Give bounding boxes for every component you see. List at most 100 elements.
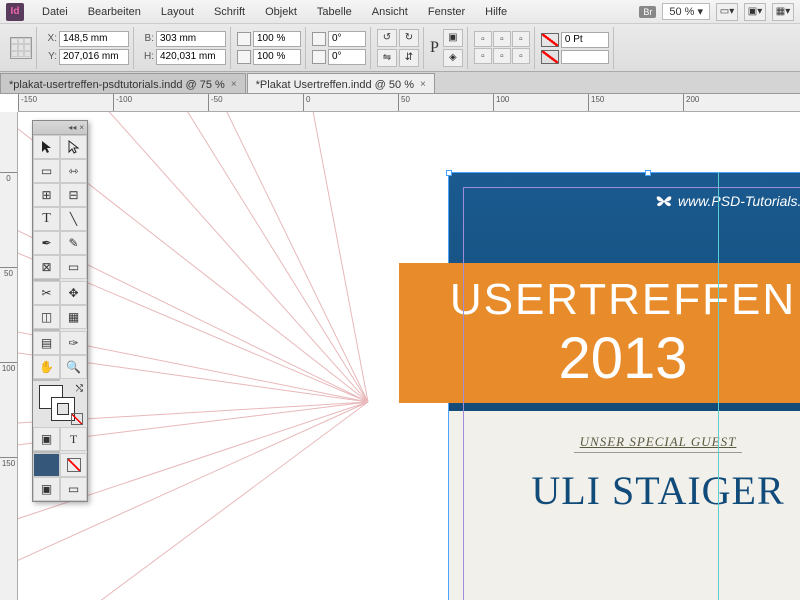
tab-1-label: *plakat-usertreffen-psdtutorials.indd @ … — [9, 79, 225, 91]
formatting-container-button[interactable]: ▣ — [33, 427, 60, 451]
fill-stroke-swatch[interactable]: ⤭ — [33, 381, 87, 427]
normal-view-button[interactable]: ▣ — [33, 477, 60, 501]
direct-selection-tool[interactable] — [60, 135, 87, 159]
stroke-style-dropdown[interactable] — [561, 50, 609, 64]
scale-y-input[interactable] — [253, 49, 301, 65]
scale-x-icon — [237, 32, 251, 46]
poster-sub-band: UNSER SPECIAL GUEST ULI STAIGER — [489, 433, 800, 514]
ruler-h-tick: -50 — [208, 94, 223, 111]
content-placer-tool[interactable]: ⊟ — [60, 183, 87, 207]
apply-none-button[interactable] — [60, 453, 87, 477]
content-collector-tool[interactable]: ⊞ — [33, 183, 60, 207]
width-input[interactable] — [156, 31, 226, 47]
menu-bar: Id Datei Bearbeiten Layout Schrift Objek… — [0, 0, 800, 24]
w-label: B: — [140, 33, 154, 44]
rotate-input[interactable] — [328, 31, 366, 47]
shear-input[interactable] — [328, 49, 366, 65]
fit-btn-2[interactable]: ▫ — [493, 31, 511, 47]
menu-view[interactable]: Ansicht — [362, 6, 418, 18]
eyedropper-tool[interactable]: ✑ — [60, 331, 87, 355]
hand-tool[interactable]: ✋ — [33, 355, 60, 379]
butterfly-icon — [656, 194, 672, 208]
menu-window[interactable]: Fenster — [418, 6, 475, 18]
fit-btn-4[interactable]: ▫ — [474, 48, 492, 64]
stroke-weight-input[interactable] — [561, 32, 609, 48]
page-tool[interactable]: ▭ — [33, 159, 60, 183]
ruler-h-tick: 100 — [493, 94, 509, 111]
fit-btn-6[interactable]: ▫ — [512, 48, 530, 64]
zoom-value: 50 % — [669, 6, 694, 18]
vertical-ruler[interactable]: 0 50 100 150 — [0, 112, 18, 600]
menu-layout[interactable]: Layout — [151, 6, 204, 18]
poster-frame[interactable]: www.PSD-Tutorials.de USERTREFFEN 2013 UN… — [448, 172, 800, 600]
gradient-feather-tool[interactable]: ▦ — [60, 305, 87, 329]
reference-point-icon[interactable] — [10, 37, 32, 59]
canvas[interactable]: www.PSD-Tutorials.de USERTREFFEN 2013 UN… — [18, 112, 800, 600]
default-fill-stroke-icon[interactable] — [71, 413, 83, 425]
ruler-h-tick: 200 — [683, 94, 699, 111]
note-tool[interactable]: ▤ — [33, 331, 60, 355]
selection-handle[interactable] — [446, 170, 452, 176]
ruler-v-tick: 150 — [0, 457, 17, 468]
close-panel-icon[interactable]: × — [79, 123, 84, 132]
menu-type[interactable]: Schrift — [204, 6, 255, 18]
rotate-ccw-button[interactable]: ↺ — [377, 29, 397, 47]
collapse-icon[interactable]: ◂◂ — [68, 123, 76, 132]
flip-h-button[interactable]: ⇋ — [377, 49, 397, 67]
scissors-tool[interactable]: ✂ — [33, 281, 60, 305]
fit-btn-1[interactable]: ▫ — [474, 31, 492, 47]
rotate-cw-button[interactable]: ↻ — [399, 29, 419, 47]
formatting-text-button[interactable]: T — [60, 427, 87, 451]
y-input[interactable] — [59, 49, 129, 65]
type-tool[interactable]: T — [33, 207, 60, 231]
arrange-docs-icon[interactable]: ▦▾ — [772, 3, 794, 21]
view-options-icon[interactable]: ▭▾ — [716, 3, 738, 21]
line-tool[interactable]: ╲ — [60, 207, 87, 231]
selection-tool[interactable] — [33, 135, 60, 159]
preview-view-button[interactable]: ▭ — [60, 477, 87, 501]
ruler-v-tick: 100 — [0, 362, 17, 373]
ruler-v-tick: 50 — [0, 267, 17, 278]
fit-btn-5[interactable]: ▫ — [493, 48, 511, 64]
menu-object[interactable]: Objekt — [255, 6, 307, 18]
zoom-level-dropdown[interactable]: 50 % ▾ — [662, 3, 710, 20]
menu-help[interactable]: Hilfe — [475, 6, 517, 18]
document-tab-1[interactable]: *plakat-usertreffen-psdtutorials.indd @ … — [0, 73, 246, 93]
vertical-guide[interactable] — [718, 172, 719, 600]
poster-url-row: www.PSD-Tutorials.de — [656, 193, 800, 209]
zoom-tool[interactable]: 🔍 — [60, 355, 87, 379]
pencil-tool[interactable]: ✎ — [60, 231, 87, 255]
screen-mode-icon[interactable]: ▣▾ — [744, 3, 766, 21]
scale-x-input[interactable] — [253, 31, 301, 47]
horizontal-ruler[interactable]: -150 -100 -50 0 50 100 150 200 — [18, 94, 800, 112]
ruler-h-tick: 0 — [303, 94, 310, 111]
x-input[interactable] — [59, 31, 129, 47]
panel-header[interactable]: ◂◂× — [33, 121, 87, 135]
ruler-v-tick: 0 — [0, 172, 17, 183]
tools-panel[interactable]: ◂◂× ▭ ⇿ ⊞ ⊟ T ╲ ✒ ✎ ⊠ ▭ ✂ ✥ ◫ ▦ ▤ ✑ ✋ 🔍 … — [32, 120, 88, 502]
rectangle-frame-tool[interactable]: ⊠ — [33, 255, 60, 279]
fit-btn-3[interactable]: ▫ — [512, 31, 530, 47]
menu-file[interactable]: Datei — [32, 6, 78, 18]
free-transform-tool[interactable]: ✥ — [60, 281, 87, 305]
select-container-button[interactable]: ▣ — [443, 29, 463, 47]
flip-v-button[interactable]: ⇵ — [399, 49, 419, 67]
bridge-badge-icon[interactable]: Br — [639, 6, 656, 18]
rectangle-tool[interactable]: ▭ — [60, 255, 87, 279]
gap-tool[interactable]: ⇿ — [60, 159, 87, 183]
height-input[interactable] — [156, 49, 226, 65]
menu-edit[interactable]: Bearbeiten — [78, 6, 151, 18]
fill-none-icon[interactable] — [541, 33, 559, 47]
document-tab-2[interactable]: *Plakat Usertreffen.indd @ 50 % × — [247, 73, 435, 93]
swap-fill-stroke-icon[interactable]: ⤭ — [76, 383, 83, 394]
tab-2-close-icon[interactable]: × — [420, 79, 426, 90]
selection-handle[interactable] — [645, 170, 651, 176]
gradient-swatch-tool[interactable]: ◫ — [33, 305, 60, 329]
pen-tool[interactable]: ✒ — [33, 231, 60, 255]
menu-table[interactable]: Tabelle — [307, 6, 362, 18]
stroke-none-icon[interactable] — [541, 50, 559, 64]
select-content-button[interactable]: ◈ — [443, 49, 463, 67]
x-label: X: — [43, 33, 57, 44]
tab-1-close-icon[interactable]: × — [231, 79, 237, 90]
apply-color-button[interactable] — [33, 453, 60, 477]
